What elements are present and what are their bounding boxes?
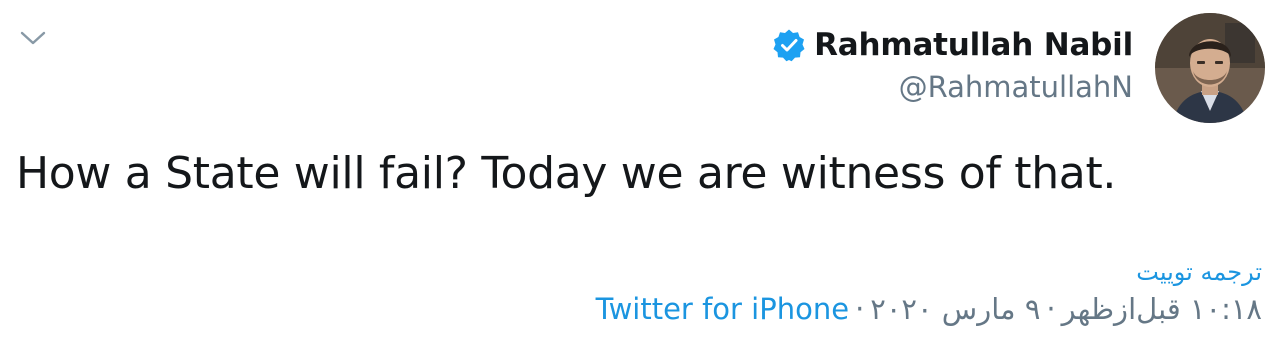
tweet-metadata: ۱۰:۱۸ قبل‌ازظهر·۹ مارس ۲۰۲۰·Twitter for … bbox=[596, 292, 1262, 326]
translate-tweet-link[interactable]: ترجمه توییت bbox=[1136, 258, 1262, 286]
author-block[interactable]: Rahmatullah Nabil @RahmatullahN bbox=[772, 24, 1133, 104]
author-handle[interactable]: @RahmatullahN bbox=[772, 70, 1133, 104]
tweet-text: How a State will fail? Today we are witn… bbox=[16, 148, 1117, 199]
chevron-down-icon[interactable] bbox=[18, 26, 48, 50]
separator: · bbox=[855, 292, 865, 326]
tweet-card: Rahmatullah Nabil @RahmatullahN How a St… bbox=[0, 0, 1280, 340]
avatar[interactable] bbox=[1155, 13, 1265, 123]
tweet-time[interactable]: ۱۰:۱۸ قبل‌ازظهر bbox=[1062, 292, 1262, 326]
author-display-name[interactable]: Rahmatullah Nabil bbox=[814, 27, 1133, 63]
separator: · bbox=[1046, 292, 1056, 326]
verified-badge-icon bbox=[773, 29, 805, 62]
tweet-date[interactable]: ۹ مارس ۲۰۲۰ bbox=[870, 292, 1040, 326]
tweet-source-link[interactable]: Twitter for iPhone bbox=[596, 292, 849, 326]
name-row: Rahmatullah Nabil bbox=[772, 24, 1133, 66]
